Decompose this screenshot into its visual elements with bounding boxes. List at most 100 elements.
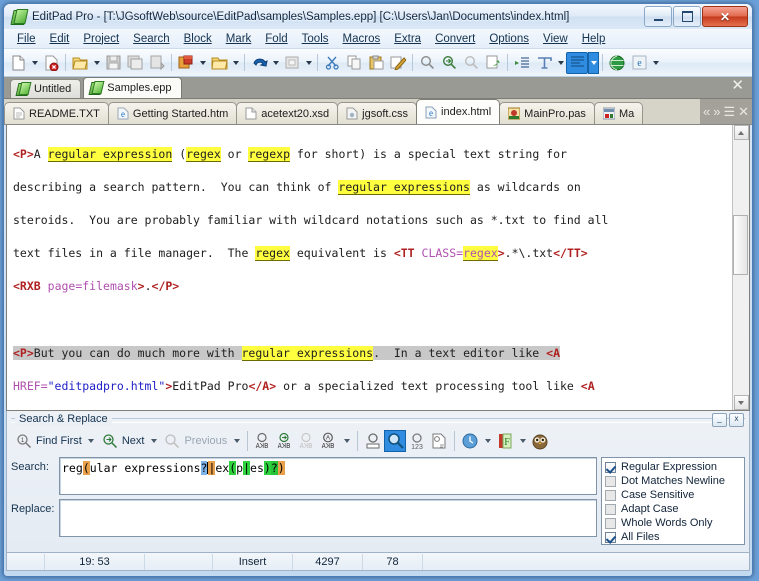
replace-all-button[interactable]: AꞰB [274, 430, 296, 452]
option-dot-matches-newline[interactable]: Dot Matches Newline [605, 474, 741, 488]
file-tab-readme[interactable]: README.TXT [4, 102, 109, 124]
undo-dropdown[interactable] [270, 52, 281, 74]
checkbox-case-sensitive[interactable] [605, 489, 616, 501]
minimize-button[interactable] [644, 6, 672, 27]
search-panel-mode-button[interactable] [384, 430, 407, 452]
new-file-dropdown[interactable] [29, 52, 40, 74]
menu-view[interactable]: View [536, 31, 575, 47]
tabs-list-icon[interactable]: ☰ [723, 105, 735, 118]
replace-all-files-button[interactable]: A AꞰB [318, 430, 340, 452]
undo-button[interactable] [248, 52, 270, 74]
file-tab-jgsoft-css[interactable]: jgsoft.css [337, 102, 418, 124]
menu-fold[interactable]: Fold [258, 31, 294, 47]
find-button[interactable] [416, 52, 438, 74]
checkbox-adapt-case[interactable] [605, 503, 616, 515]
help-owl-button[interactable] [529, 430, 551, 452]
menu-edit[interactable]: Edit [43, 31, 77, 47]
scroll-up-button[interactable] [733, 125, 749, 140]
open-project-button[interactable] [175, 52, 197, 74]
project-tab-untitled[interactable]: Untitled [10, 79, 82, 98]
panel-close-button[interactable]: x [729, 413, 744, 427]
open-project-dropdown[interactable] [197, 52, 208, 74]
search-input[interactable]: reg(ular expressions?|ex(p|es)?) [59, 457, 597, 495]
file-tab-mainpro-pas[interactable]: MainPro.pas [499, 102, 595, 124]
font-button[interactable] [533, 52, 555, 74]
save-file-button[interactable] [102, 52, 124, 74]
menu-extra[interactable]: Extra [387, 31, 428, 47]
search-numbered-mode-button[interactable]: 123 [406, 430, 428, 452]
browser-preview-button[interactable] [606, 52, 628, 74]
checkbox-dot-matches-newline[interactable] [605, 475, 616, 487]
find-first-dropdown[interactable] [85, 431, 98, 451]
menu-options[interactable]: Options [482, 31, 536, 47]
project-tab-samples[interactable]: Samples.epp [83, 77, 182, 98]
favorites-button[interactable]: F [494, 430, 516, 452]
find-next-button[interactable] [438, 52, 460, 74]
project-folder-dropdown[interactable] [230, 52, 241, 74]
project-close-icon[interactable]: ✕ [731, 78, 744, 93]
open-file-button[interactable] [69, 52, 91, 74]
find-next-dropdown[interactable] [147, 431, 160, 451]
redo-dropdown[interactable] [303, 52, 314, 74]
tabs-next-icon[interactable]: » [713, 105, 720, 118]
menu-file[interactable]: File [10, 31, 43, 47]
editor-vertical-scrollbar[interactable] [732, 125, 749, 410]
replace-input[interactable] [59, 499, 597, 537]
option-regular-expression[interactable]: Regular Expression [605, 460, 741, 474]
replace-prev-button[interactable]: AꞰB [296, 430, 318, 452]
find-previous-button[interactable]: Previous [160, 430, 230, 452]
find-previous-dropdown[interactable] [230, 431, 243, 451]
font-dropdown[interactable] [555, 52, 566, 74]
checkbox-whole-words-only[interactable] [605, 517, 616, 529]
menu-convert[interactable]: Convert [428, 31, 482, 47]
save-all-button[interactable] [124, 52, 146, 74]
cut-button[interactable] [321, 52, 343, 74]
replace-next-button[interactable]: AꞰB [252, 430, 274, 452]
favorites-dropdown[interactable] [516, 431, 529, 451]
open-file-dropdown[interactable] [91, 52, 102, 74]
search-history-button[interactable] [459, 430, 481, 452]
search-bar-mode-button[interactable] [362, 430, 384, 452]
option-whole-words-only[interactable]: Whole Words Only [605, 516, 741, 530]
indent-button[interactable] [511, 52, 533, 74]
scroll-down-button[interactable] [733, 395, 749, 410]
text-editor[interactable]: <P>A regular expression (regex or regexp… [7, 125, 732, 410]
replace-options-dropdown[interactable] [340, 431, 353, 451]
project-folder-button[interactable] [208, 52, 230, 74]
scroll-thumb[interactable] [733, 215, 748, 275]
search-history-dropdown[interactable] [481, 431, 494, 451]
menu-block[interactable]: Block [177, 31, 219, 47]
copy-button[interactable] [343, 52, 365, 74]
option-adapt-case[interactable]: Adapt Case [605, 502, 741, 516]
menu-help[interactable]: Help [575, 31, 613, 47]
spell-check-button[interactable] [387, 52, 409, 74]
paste-button[interactable] [365, 52, 387, 74]
find-next-button[interactable]: Next [98, 430, 148, 452]
tabs-prev-icon[interactable]: « [703, 105, 710, 118]
save-as-button[interactable] [146, 52, 168, 74]
maximize-button[interactable] [673, 6, 701, 27]
menu-project[interactable]: Project [76, 31, 126, 47]
tabs-close-icon[interactable]: ✕ [738, 105, 749, 118]
menu-macros[interactable]: Macros [336, 31, 388, 47]
redo-button[interactable] [281, 52, 303, 74]
replace-button[interactable] [482, 52, 504, 74]
word-wrap-dropdown[interactable] [588, 51, 599, 74]
ie-preview-dropdown[interactable] [650, 52, 661, 74]
checkbox-regular-expression[interactable] [605, 461, 616, 473]
panel-minimize-button[interactable]: _ [712, 413, 727, 427]
file-tab-acetext[interactable]: acetext20.xsd [236, 102, 339, 124]
ie-preview-button[interactable]: e [628, 52, 650, 74]
search-files-mode-button[interactable] [428, 430, 450, 452]
word-wrap-button[interactable] [566, 51, 588, 74]
find-first-button[interactable]: 1 Find First [12, 430, 85, 452]
close-button[interactable]: ✕ [702, 6, 748, 27]
checkbox-all-files[interactable] [605, 531, 616, 543]
menu-search[interactable]: Search [126, 31, 176, 47]
file-tab-index-html[interactable]: e index.html [416, 99, 501, 124]
file-tab-ma[interactable]: Ma [593, 102, 644, 124]
menu-tools[interactable]: Tools [295, 31, 336, 47]
option-all-files[interactable]: All Files [605, 530, 741, 544]
menu-mark[interactable]: Mark [219, 31, 259, 47]
file-tab-getting-started[interactable]: e Getting Started.htm [107, 102, 238, 124]
